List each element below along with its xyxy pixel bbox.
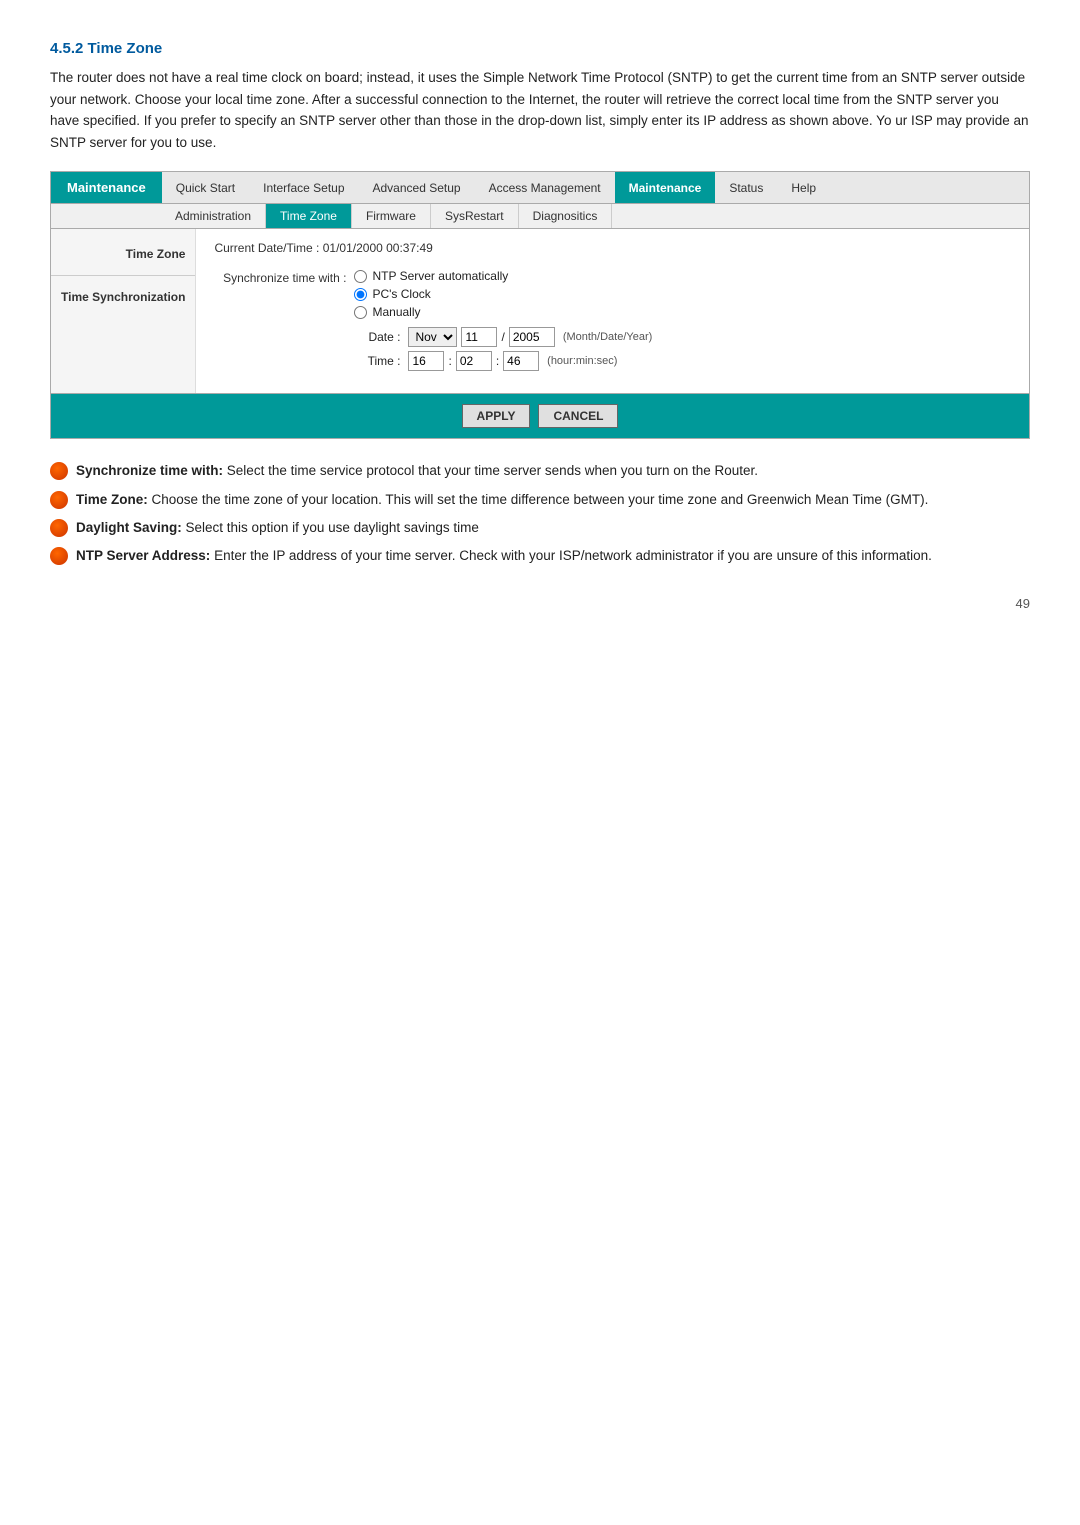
cancel-button[interactable]: CANCEL	[538, 404, 618, 428]
section-title: 4.5.2 Time Zone	[50, 40, 1030, 57]
desc-term-timezone: Time Zone:	[76, 492, 148, 507]
sub-nav-administration[interactable]: Administration	[161, 204, 266, 228]
time-colon2: :	[496, 354, 499, 368]
top-nav-status[interactable]: Status	[715, 172, 777, 203]
bullet-icon-ntp	[50, 547, 68, 565]
sync-label: Synchronize time with :	[214, 269, 354, 285]
current-datetime: Current Date/Time : 01/01/2000 00:37:49	[214, 241, 1011, 255]
top-nav-quick-start[interactable]: Quick Start	[162, 172, 249, 203]
date-year-input[interactable]	[509, 327, 555, 347]
month-select[interactable]: Nov JanFebMar AprMayJun JulAugSep OctDec	[408, 327, 457, 347]
time-sec-input[interactable]	[503, 351, 539, 371]
time-row: Time : : : (hour:min:sec)	[354, 351, 1011, 371]
sub-nav-firmware[interactable]: Firmware	[352, 204, 431, 228]
desc-item-sync: Synchronize time with: Select the time s…	[50, 461, 1030, 481]
bullet-icon-daylight	[50, 519, 68, 537]
desc-item-ntp: NTP Server Address: Enter the IP address…	[50, 546, 1030, 566]
desc-list: Synchronize time with: Select the time s…	[50, 461, 1030, 566]
panel-footer: APPLY CANCEL	[51, 393, 1029, 438]
desc-body-sync2: Select the time service protocol that yo…	[227, 463, 758, 478]
time-hour-input[interactable]	[408, 351, 444, 371]
time-label: Time :	[354, 354, 404, 368]
sub-nav-sysrestart[interactable]: SysRestart	[431, 204, 519, 228]
desc-text-ntp: NTP Server Address: Enter the IP address…	[76, 546, 1030, 566]
desc-term-daylight: Daylight Saving:	[76, 520, 182, 535]
sidebar-item-time-zone: Time Zone	[51, 239, 195, 269]
time-hint: (hour:min:sec)	[547, 355, 617, 367]
apply-button[interactable]: APPLY	[462, 404, 531, 428]
section-description: The router does not have a real time clo…	[50, 67, 1030, 153]
top-nav-interface-setup[interactable]: Interface Setup	[249, 172, 358, 203]
current-datetime-label: Current Date/Time :	[214, 241, 319, 255]
desc-item-timezone: Time Zone: Choose the time zone of your …	[50, 490, 1030, 510]
top-nav-items: Quick Start Interface Setup Advanced Set…	[162, 172, 1029, 203]
sub-nav: Administration Time Zone Firmware SysRes…	[51, 204, 1029, 229]
date-day-input[interactable]	[461, 327, 497, 347]
top-nav-maintenance[interactable]: Maintenance	[615, 172, 716, 203]
top-nav-access-management[interactable]: Access Management	[475, 172, 615, 203]
desc-text-sync: Synchronize time with: Select the time s…	[76, 461, 1030, 481]
radio-manual-input[interactable]	[354, 306, 367, 319]
router-panel: Maintenance Quick Start Interface Setup …	[50, 171, 1030, 439]
top-nav-left-label: Maintenance	[51, 172, 162, 203]
desc-term-ntp: NTP Server Address:	[76, 548, 210, 563]
desc-body-timezone2: Choose the time zone of your location. T…	[152, 492, 929, 507]
desc-body-daylight2: Select this option if you use daylight s…	[186, 520, 479, 535]
top-nav-advanced-setup[interactable]: Advanced Setup	[359, 172, 475, 203]
desc-body-ntp2: Enter the IP address of your time server…	[214, 548, 932, 563]
time-min-input[interactable]	[456, 351, 492, 371]
radio-ntp-input[interactable]	[354, 270, 367, 283]
date-slash1: /	[501, 330, 504, 344]
bullet-icon-timezone	[50, 491, 68, 509]
desc-text-daylight: Daylight Saving: Select this option if y…	[76, 518, 1030, 538]
desc-item-daylight: Daylight Saving: Select this option if y…	[50, 518, 1030, 538]
top-nav-help[interactable]: Help	[777, 172, 830, 203]
main-content: Current Date/Time : 01/01/2000 00:37:49 …	[196, 229, 1029, 393]
sync-row: Synchronize time with : NTP Server autom…	[214, 269, 1011, 319]
top-nav: Maintenance Quick Start Interface Setup …	[51, 172, 1029, 204]
radio-options: NTP Server automatically PC's Clock Manu…	[354, 269, 508, 319]
sidebar-item-time-sync: Time Synchronization	[51, 282, 195, 312]
date-label: Date :	[354, 330, 404, 344]
desc-text-timezone: Time Zone: Choose the time zone of your …	[76, 490, 1030, 510]
radio-ntp[interactable]: NTP Server automatically	[354, 269, 508, 283]
sidebar: Time Zone Time Synchronization	[51, 229, 196, 393]
desc-term-sync: Synchronize time with:	[76, 463, 223, 478]
sub-nav-diagnostics[interactable]: Diagnositics	[519, 204, 613, 228]
time-colon1: :	[448, 354, 451, 368]
date-row: Date : Nov JanFebMar AprMayJun JulAugSep…	[354, 327, 1011, 347]
page-number: 49	[50, 596, 1030, 611]
radio-pc[interactable]: PC's Clock	[354, 287, 508, 301]
date-hint: (Month/Date/Year)	[563, 331, 652, 343]
sub-nav-time-zone[interactable]: Time Zone	[266, 204, 352, 228]
radio-pc-label: PC's Clock	[372, 287, 430, 301]
radio-ntp-label: NTP Server automatically	[372, 269, 508, 283]
radio-manually-label: Manually	[372, 305, 420, 319]
radio-pc-input[interactable]	[354, 288, 367, 301]
sync-section: Synchronize time with : NTP Server autom…	[214, 269, 1011, 371]
current-datetime-value: 01/01/2000 00:37:49	[323, 241, 433, 255]
radio-manually[interactable]: Manually	[354, 305, 508, 319]
bullet-icon-sync	[50, 462, 68, 480]
content-area: Time Zone Time Synchronization Current D…	[51, 229, 1029, 393]
